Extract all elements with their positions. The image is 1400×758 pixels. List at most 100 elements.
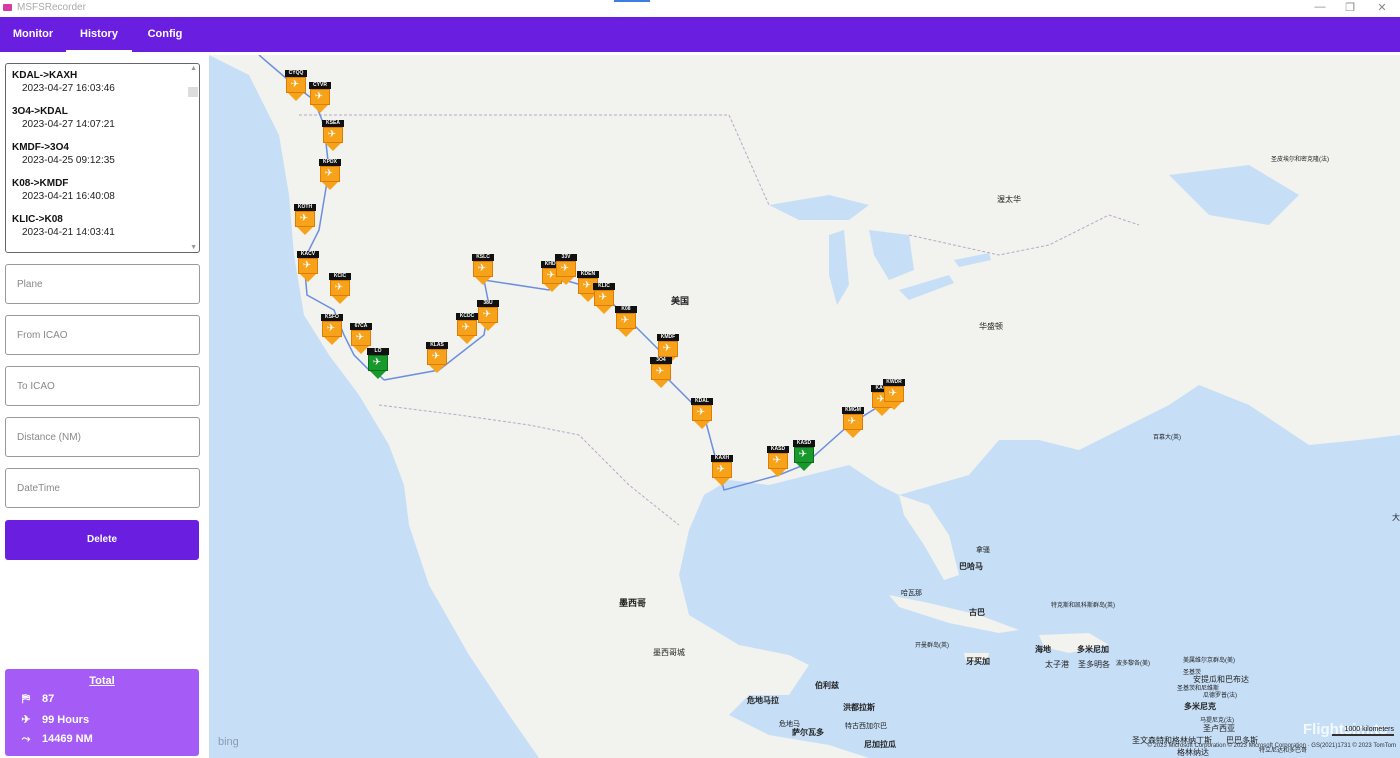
app-icon [3, 4, 12, 11]
scroll-up-icon[interactable]: ▲ [190, 65, 197, 72]
to-icao-input[interactable] [6, 367, 199, 405]
label-puerto-rico: 波多黎各(美) [1116, 661, 1150, 667]
marker-tip [845, 430, 861, 438]
airport-marker[interactable]: CYQQ ✈ [285, 70, 307, 101]
airport-marker[interactable]: KCIC ✈ [329, 273, 351, 304]
airport-code: KLIC [593, 283, 615, 290]
label-st-lucia: 圣卢西亚 [1203, 724, 1235, 733]
airport-marker[interactable]: KDAL ✈ [691, 398, 713, 429]
history-item[interactable]: KLIC->K08 2023-04-21 14:03:41 [12, 214, 182, 238]
marker-tip [300, 274, 316, 282]
airport-marker[interactable]: KLIC ✈ [593, 283, 615, 314]
history-item[interactable]: K08->KMDF 2023-04-21 16:40:08 [12, 178, 182, 202]
marker-tip [288, 93, 304, 101]
plane-icon: ✈ [334, 282, 344, 293]
airport-marker[interactable]: KOTH ✈ [294, 204, 316, 235]
datetime-input[interactable] [6, 469, 199, 507]
airport-marker[interactable]: KLAS ✈ [426, 342, 448, 373]
label-east: 大 [1392, 513, 1400, 522]
total-card: Total ⛿ 87 ✈ 99 Hours ⤳ 14469 NM [5, 669, 199, 756]
marker-tip [459, 336, 475, 344]
marker-tip [796, 463, 812, 471]
map-base [209, 55, 1400, 758]
airport-marker[interactable]: 3O4 ✈ [650, 357, 672, 388]
plane-icon: ✈ [299, 213, 309, 224]
scroll-down-icon[interactable]: ▼ [190, 244, 197, 251]
history-item[interactable]: 3O4->KDAL 2023-04-27 14:07:21 [12, 106, 182, 130]
history-sidebar: KDAL->KAXH 2023-04-27 16:03:46 3O4->KDAL… [0, 52, 209, 758]
total-hours: ✈ 99 Hours [19, 713, 89, 726]
airport-marker[interactable]: KWDR ✈ [883, 379, 905, 410]
airport-marker[interactable]: KSEA ✈ [322, 120, 344, 151]
datetime-field[interactable] [5, 468, 200, 508]
total-title: Total [89, 675, 115, 687]
airport-marker[interactable]: KCDC ✈ [456, 313, 478, 344]
label-st-kitts: 圣基茨 [1183, 670, 1202, 676]
marker-tip [475, 277, 491, 285]
airport-marker[interactable]: KSLC ✈ [472, 254, 494, 285]
bing-logo: bing [218, 736, 239, 748]
airport-marker[interactable]: 38U ✈ [477, 300, 499, 331]
label-belize: 伯利兹 [815, 681, 839, 690]
airport-marker[interactable]: KACV ✈ [297, 251, 319, 282]
airport-marker[interactable]: KAXH ✈ [711, 455, 733, 486]
plane-icon: ✈ [888, 388, 898, 399]
flight-map[interactable]: 美国 墨西哥 墨西哥城 华盛顿 渥太华 巴哈马 拿骚 哈瓦那 古巴 海地 多米尼… [209, 55, 1400, 758]
map-scale-label: 1000 kilometers [1344, 726, 1394, 733]
tab-history[interactable]: History [66, 17, 132, 52]
airport-marker[interactable]: CYVR ✈ [309, 82, 331, 113]
airport-marker[interactable]: K08 ✈ [615, 306, 637, 337]
distance-field[interactable] [5, 417, 200, 457]
plane-icon: ✈ [655, 366, 665, 377]
to-icao-field[interactable] [5, 366, 200, 406]
airport-marker[interactable]: KMGM ✈ [842, 407, 864, 438]
history-route: K08->KMDF [12, 178, 69, 189]
airport-marker[interactable]: KPDX ✈ [319, 159, 341, 190]
minimize-button[interactable]: — [1310, 1, 1330, 13]
tab-config[interactable]: Config [132, 17, 198, 52]
airport-marker[interactable]: KSFO ✈ [321, 314, 343, 345]
plane-icon: ✈ [772, 455, 782, 466]
plane-icon: ✈ [461, 322, 471, 333]
history-item[interactable]: KMDF->3O4 2023-04-25 09:12:35 [12, 142, 182, 166]
label-turks: 特克斯和凯科斯群岛(英) [1051, 603, 1115, 609]
airport-code: KSFO [321, 314, 343, 321]
window-titlebar: MSFSRecorder — ❐ ✕ [0, 0, 1400, 17]
maximize-button[interactable]: ❐ [1340, 1, 1360, 14]
airport-code: KMGM [842, 407, 864, 414]
plane-icon: ✈ [662, 343, 672, 354]
marker-tip [429, 365, 445, 373]
tab-monitor[interactable]: Monitor [0, 17, 66, 52]
from-icao-field[interactable] [5, 315, 200, 355]
airport-code: KCDC [456, 313, 478, 320]
airport-marker[interactable]: 33V ✈ [555, 254, 577, 285]
airport-marker[interactable]: KASD ✈ [793, 440, 815, 471]
history-scrollbar[interactable]: ▲ ▼ [188, 64, 199, 252]
airport-marker[interactable]: KASD ✈ [767, 446, 789, 477]
airport-marker[interactable]: LO ✈ [367, 348, 389, 379]
label-nicaragua: 尼加拉瓜 [864, 740, 896, 749]
plane-icon: ✈ [372, 357, 382, 368]
history-item[interactable]: KDAL->KAXH 2023-04-27 16:03:46 [12, 70, 182, 94]
plane-icon: ✈ [620, 315, 630, 326]
marker-tip [544, 284, 560, 292]
history-list[interactable]: KDAL->KAXH 2023-04-27 16:03:46 3O4->KDAL… [5, 63, 200, 253]
plane-icon: ✈ [326, 323, 336, 334]
marker-tip [324, 337, 340, 345]
scroll-thumb[interactable] [188, 87, 198, 97]
airport-code: 38U [477, 300, 499, 307]
label-st-pierre: 圣皮埃尔和密克隆(法) [1271, 157, 1329, 163]
plane-input[interactable] [6, 265, 199, 303]
plane-field[interactable] [5, 264, 200, 304]
close-button[interactable]: ✕ [1372, 1, 1392, 14]
plane-icon: ✈ [560, 263, 570, 274]
plane-count-icon: ⛿ [22, 693, 30, 705]
plane-icon: ✈ [482, 309, 492, 320]
delete-button[interactable]: Delete [5, 520, 199, 560]
distance-input[interactable] [6, 418, 199, 456]
history-time: 2023-04-21 16:40:08 [22, 191, 115, 202]
from-icao-input[interactable] [6, 316, 199, 354]
plane-icon: ✈ [314, 91, 324, 102]
airport-code: 33V [555, 254, 577, 261]
marker-tip [480, 323, 496, 331]
